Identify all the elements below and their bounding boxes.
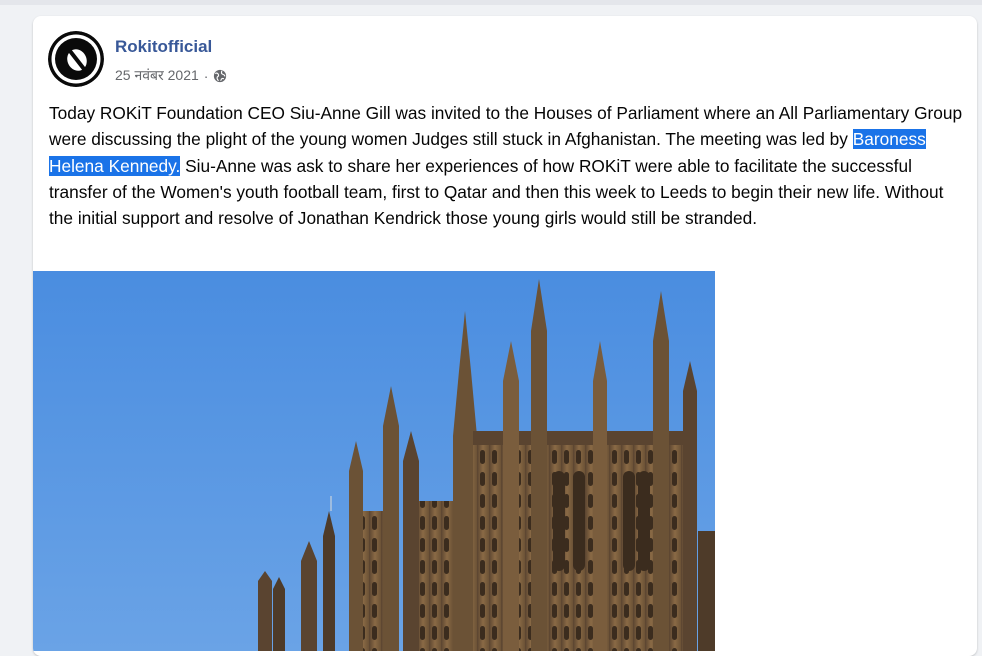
parliament-image [33, 271, 715, 651]
avatar[interactable] [48, 31, 104, 87]
top-divider [0, 0, 982, 5]
post-message: Today ROKiT Foundation CEO Siu-Anne Gill… [49, 100, 967, 231]
globe-icon[interactable] [213, 69, 227, 83]
post-author-name[interactable]: Rokitofficial [115, 37, 212, 57]
post-photo[interactable] [33, 271, 715, 651]
meta-separator: · [203, 67, 209, 84]
post-text-after: Siu-Anne was ask to share her experience… [49, 155, 944, 229]
rokit-logo-icon [48, 31, 104, 87]
post-card: Rokitofficial 25 नवंबर 2021 · Today ROKi… [33, 16, 977, 656]
post-meta: 25 नवंबर 2021 · [115, 66, 227, 85]
post-date[interactable]: 25 नवंबर 2021 [115, 66, 199, 85]
post-text-before: Today ROKiT Foundation CEO Siu-Anne Gill… [49, 103, 963, 150]
